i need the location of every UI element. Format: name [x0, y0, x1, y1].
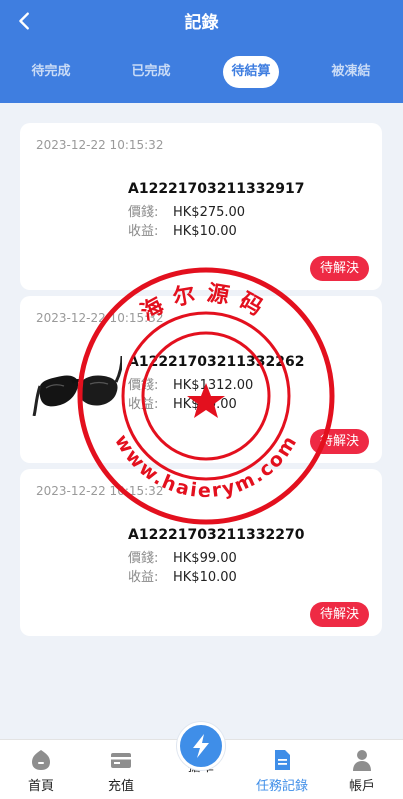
price-value: HK$1312.00 [173, 378, 254, 393]
tab-to-settle[interactable]: 待結算 [223, 56, 279, 88]
home-icon [32, 750, 50, 770]
status-button[interactable]: 待解決 [309, 602, 369, 627]
tabbar-task-records[interactable]: 任務記錄 [252, 748, 312, 794]
order-card: 2023-12-22 10:15:32 A12221703211332262 價… [20, 296, 382, 463]
profit-row: 收益: HK$10.00 [128, 393, 237, 412]
order-time: 2023-12-22 10:15:32 [36, 484, 164, 498]
status-tabs: 待完成 已完成 待結算 被凍結 [0, 56, 403, 90]
order-id: A12221703211332917 [128, 181, 305, 197]
tab-pending[interactable]: 待完成 [18, 56, 84, 88]
price-value: HK$275.00 [173, 205, 246, 220]
profit-label: 收益: [128, 570, 159, 585]
price-row: 價錢: HK$99.00 [128, 547, 237, 566]
status-button[interactable]: 待解決 [309, 429, 369, 454]
page-title: 記錄 [184, 13, 219, 33]
sunglasses-image [32, 336, 124, 417]
order-list: 2023-12-22 10:15:32 A12221703211332917 價… [20, 123, 382, 642]
profit-row: 收益: HK$10.00 [128, 220, 237, 239]
lightning-icon [193, 734, 209, 758]
price-label: 價錢: [128, 378, 159, 393]
price-row: 價錢: HK$1312.00 [128, 374, 253, 393]
profit-value: HK$10.00 [173, 570, 237, 585]
profit-label: 收益: [128, 224, 159, 239]
grab-order-button[interactable] [177, 722, 225, 770]
price-value: HK$99.00 [173, 551, 237, 566]
tabbar-home-label: 首頁 [27, 779, 54, 794]
tab-frozen[interactable]: 被凍結 [318, 56, 384, 88]
tabbar-recharge-label: 充值 [107, 779, 134, 794]
order-id: A12221703211332270 [128, 527, 305, 543]
profit-value: HK$10.00 [173, 397, 237, 412]
document-icon [275, 750, 290, 770]
order-id: A12221703211332262 [128, 354, 305, 370]
tabbar-home[interactable]: 首頁 [11, 748, 71, 794]
user-icon [353, 750, 371, 771]
order-card: 2023-12-22 10:15:32 A12221703211332917 價… [20, 123, 382, 290]
order-time: 2023-12-22 10:15:32 [36, 311, 164, 325]
profit-value: HK$10.00 [173, 224, 237, 239]
tabbar-account[interactable]: 帳戶 [332, 748, 392, 794]
app-header: 記錄 待完成 已完成 待結算 被凍結 [0, 0, 403, 103]
card-icon [111, 753, 131, 768]
tab-completed[interactable]: 已完成 [118, 56, 184, 88]
tabbar-recharge[interactable]: 充值 [91, 748, 151, 794]
tabbar-records-label: 任務記錄 [255, 779, 308, 794]
order-time: 2023-12-22 10:15:32 [36, 138, 164, 152]
order-card: 2023-12-22 10:15:32 A12221703211332270 價… [20, 469, 382, 636]
price-label: 價錢: [128, 551, 159, 566]
price-row: 價錢: HK$275.00 [128, 201, 245, 220]
profit-row: 收益: HK$10.00 [128, 566, 237, 585]
tabbar-account-label: 帳戶 [348, 779, 375, 794]
price-label: 價錢: [128, 205, 159, 220]
profit-label: 收益: [128, 397, 159, 412]
status-button[interactable]: 待解決 [309, 256, 369, 281]
